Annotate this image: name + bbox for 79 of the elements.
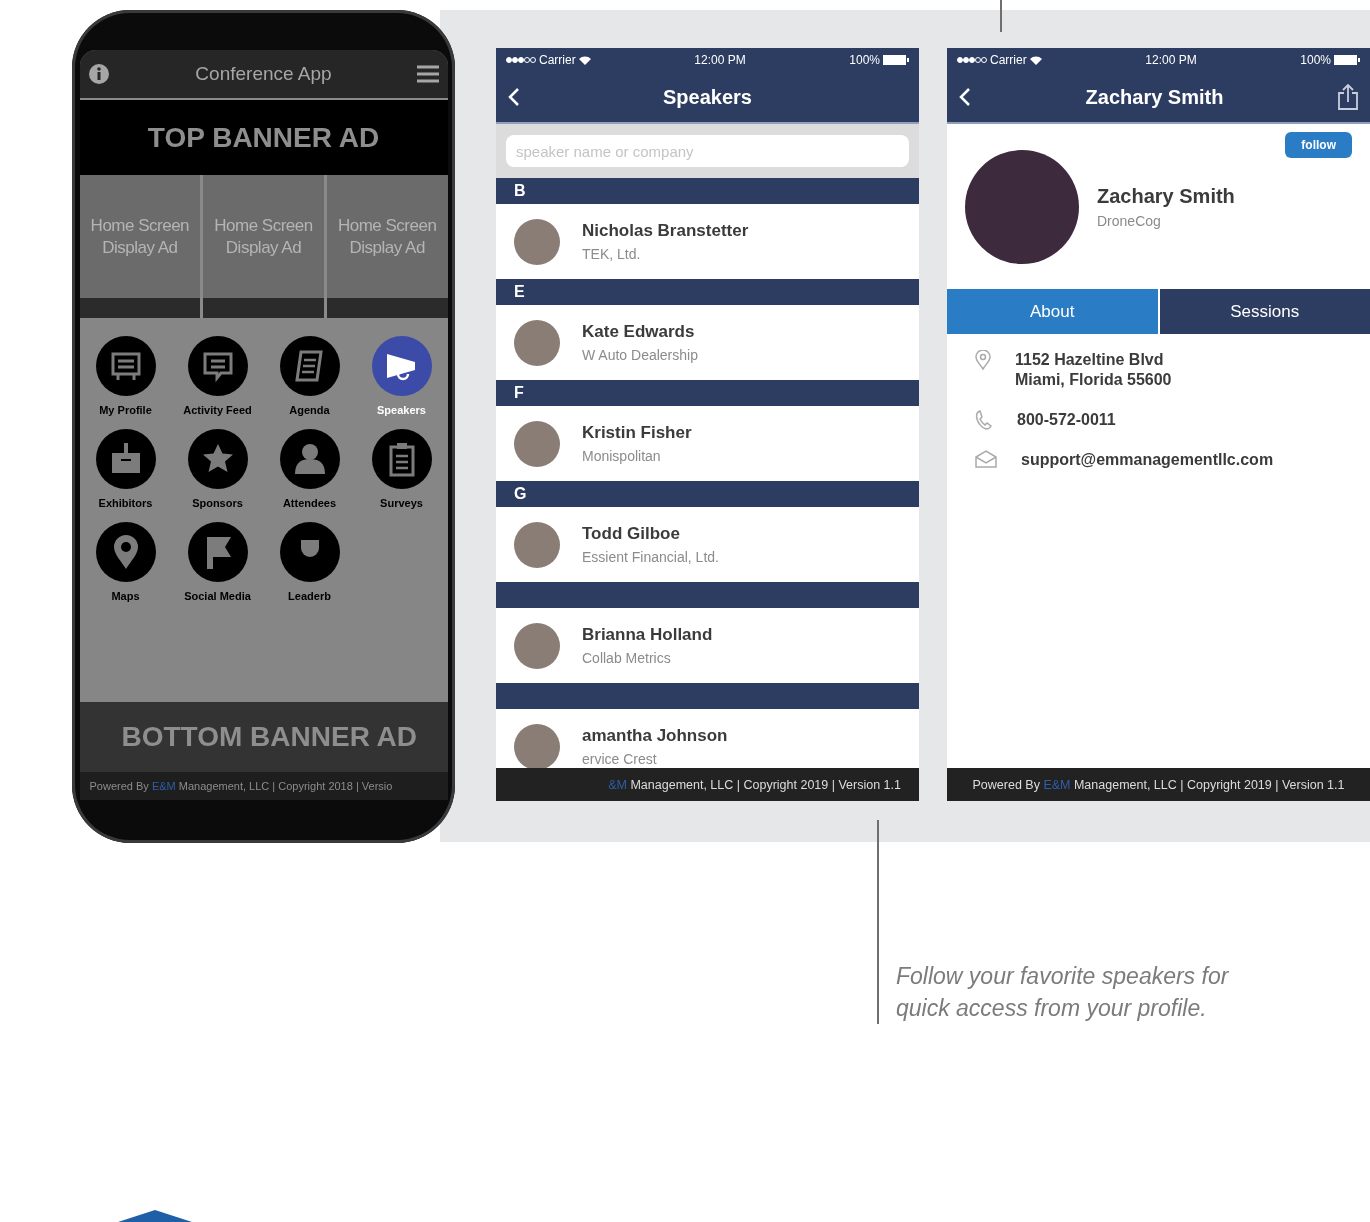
speaker-row[interactable]: Todd Gilboe Essient Financial, Ltd. — [496, 507, 919, 582]
leader-line — [1000, 0, 1002, 32]
avatar-placeholder — [514, 319, 560, 366]
carrier-label: Carrier — [539, 53, 576, 67]
clock-time: 12:00 PM — [694, 53, 746, 67]
menu-label: Exhibitors — [98, 497, 153, 509]
screen-title: Speakers — [663, 85, 752, 109]
speaker-row[interactable]: amantha Johnson ervice Crest — [496, 709, 919, 768]
contact-text: 1152 Hazeltine Blvd — [1015, 350, 1165, 370]
screen-title: Zachary Smith — [1085, 85, 1224, 109]
battery-percent: 100% — [1300, 53, 1331, 67]
speaker-name: Brianna Holland — [582, 625, 713, 645]
search-field[interactable]: speaker name or company — [506, 135, 909, 167]
speaker-company: Essient Financial, Ltd. — [582, 549, 719, 565]
menu-label: My Profile — [99, 404, 152, 416]
wifi-icon — [578, 55, 591, 65]
speaker-row[interactable]: Brianna Holland Collab Metrics — [496, 608, 919, 683]
profile-name: Zachary Smith — [1097, 184, 1235, 208]
footer-text: Powered By E&M Management, LLC | Copyright 2018 | Versio — [89, 780, 393, 792]
speaker-company: TEK, Ltd. — [582, 246, 642, 262]
bottom-banner-ad[interactable]: BOTTOM BANNER AD — [79, 702, 448, 772]
battery-percent: 100% — [849, 53, 880, 67]
avatar-placeholder — [514, 723, 560, 768]
footer-text: Powered By E&M Management, LLC | Copyright 2019 | Version 1.1 — [972, 777, 1345, 792]
avatar-placeholder — [514, 622, 560, 669]
envelope-icon — [975, 450, 997, 468]
location-pin-icon — [975, 350, 991, 370]
menu-label: Attendees — [282, 497, 337, 509]
clock-time: 12:00 PM — [1145, 53, 1197, 67]
speaker-company: Monispolitan — [582, 448, 662, 464]
menu-label: Leaderb — [288, 590, 331, 602]
speaker-name: amantha Johnson — [582, 726, 728, 746]
speaker-name: Kate Edwards — [582, 322, 696, 342]
speaker-company: W Auto Dealership — [582, 347, 698, 363]
menu-label: Activity Feed — [183, 404, 252, 416]
back-icon[interactable] — [508, 87, 520, 107]
section-header: E — [496, 279, 919, 305]
contact-text: Miami, Florida 55600 — [1015, 370, 1172, 390]
avatar-placeholder — [514, 420, 560, 467]
speaker-company: Collab Metrics — [582, 650, 672, 666]
section-header: B — [496, 178, 919, 204]
footer-text: &M Management, LLC | Copyright 2019 | Version 1.1 — [608, 777, 901, 792]
battery-icon — [1334, 55, 1360, 65]
wifi-icon — [1029, 55, 1042, 65]
share-icon[interactable] — [1338, 84, 1358, 110]
back-icon[interactable] — [959, 87, 971, 107]
profile-company: DroneCog — [1097, 212, 1162, 229]
info-icon[interactable] — [87, 63, 110, 85]
battery-icon — [883, 55, 909, 65]
speaker-name: Kristin Fisher — [582, 423, 692, 443]
menu-label: Sponsors — [192, 497, 243, 509]
signal-icon — [957, 57, 987, 63]
phone-icon — [975, 410, 993, 430]
speaker-company: ervice Crest — [582, 751, 658, 767]
speaker-row[interactable]: Nicholas Branstetter TEK, Ltd. — [496, 204, 919, 279]
speaker-name: Todd Gilboe — [582, 524, 681, 544]
speaker-row[interactable]: Kate Edwards W Auto Dealership — [496, 305, 919, 380]
menu-label: Surveys — [380, 497, 423, 509]
section-header: F — [496, 380, 919, 406]
contact-text: support@emmanagementllc.com — [1021, 450, 1274, 470]
menu-label: Maps — [111, 590, 140, 602]
app-title: Conference App — [195, 63, 332, 85]
tab[interactable]: Sessions — [1159, 289, 1370, 334]
tab[interactable]: About — [947, 289, 1158, 334]
avatar-placeholder — [514, 521, 560, 568]
section-header: G — [496, 481, 919, 507]
follow-button[interactable]: follow — [1285, 132, 1352, 158]
speaker-name: Nicholas Branstetter — [582, 221, 749, 241]
menu-label: Social Media — [184, 590, 251, 602]
avatar-placeholder — [514, 218, 560, 265]
menu-label: Agenda — [289, 404, 330, 416]
carrier-label: Carrier — [990, 53, 1027, 67]
speaker-row[interactable]: Kristin Fisher Monispolitan — [496, 406, 919, 481]
menu-icon[interactable] — [417, 65, 440, 83]
top-banner-ad[interactable]: TOP BANNER AD — [79, 100, 448, 175]
caption-text: Follow your favorite speakers for quick access from your profile. — [896, 962, 1230, 1023]
signal-icon — [506, 57, 536, 63]
menu-label: Speakers — [377, 404, 426, 416]
contact-text: 800-572-0011 — [1017, 410, 1116, 430]
